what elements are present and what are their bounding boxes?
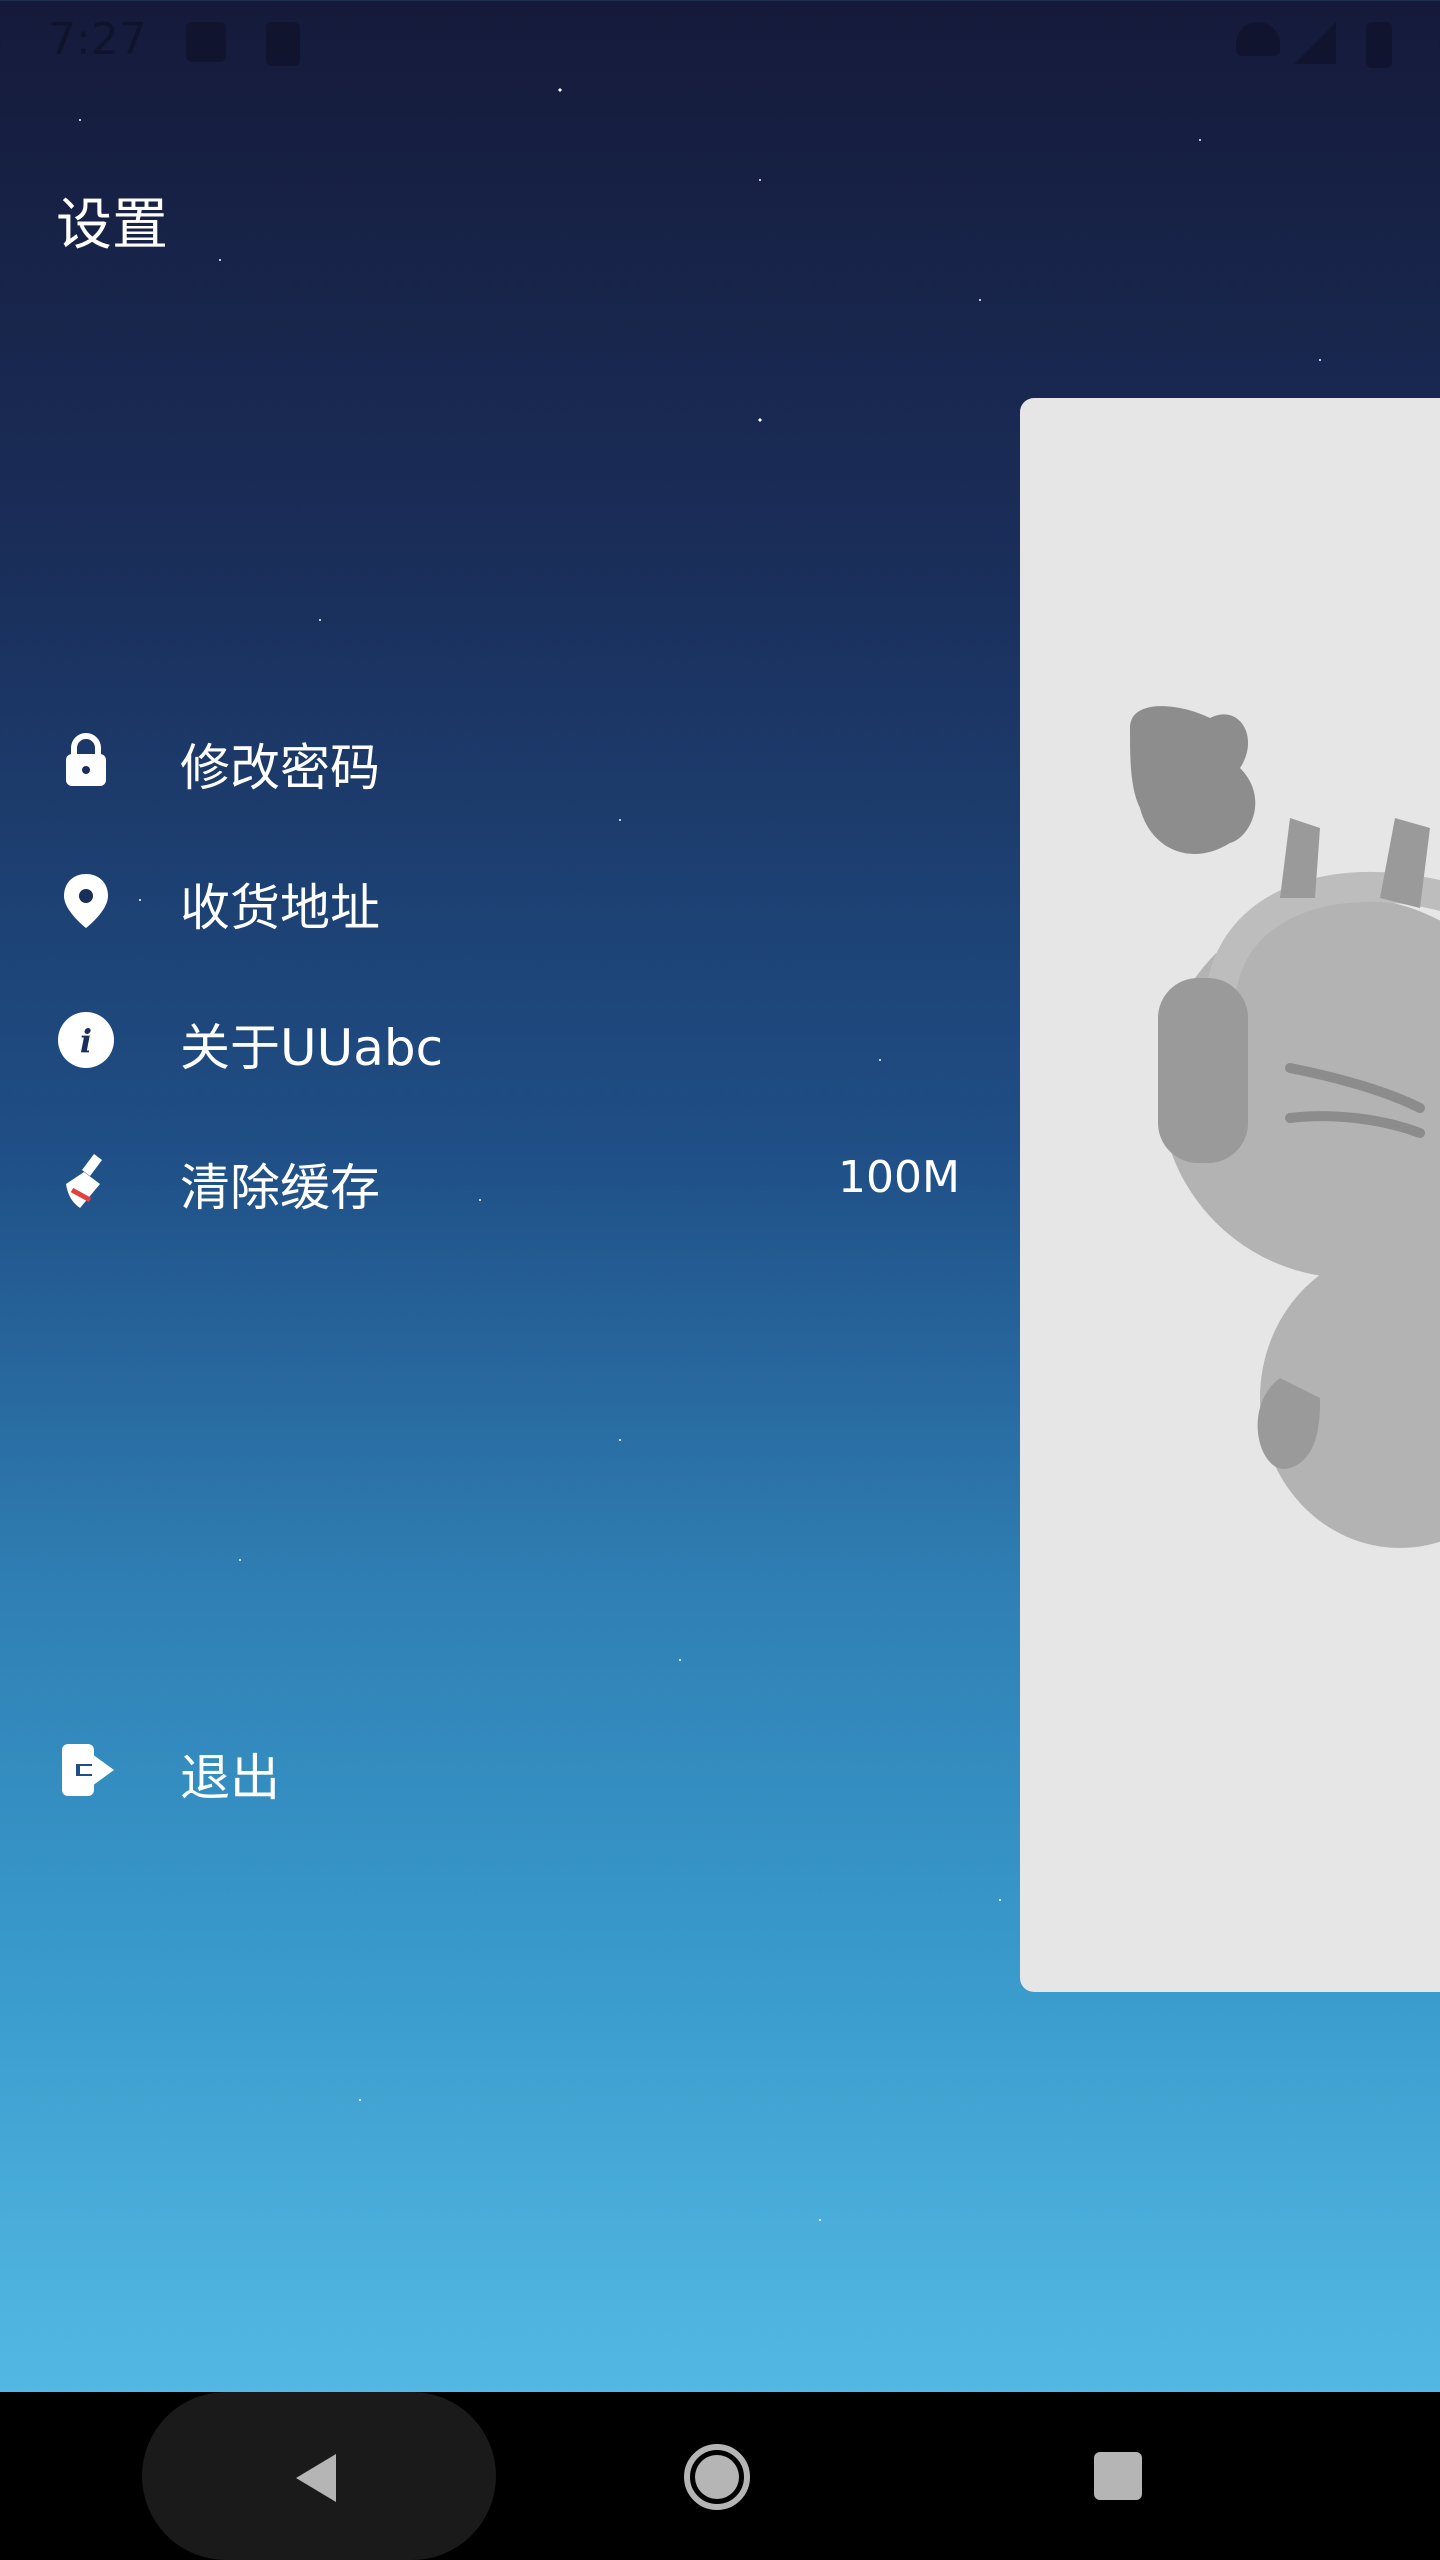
info-icon: i: [58, 1012, 114, 1068]
mascot-illustration: [1130, 706, 1440, 1548]
cache-size: 100M: [838, 1152, 960, 1203]
recent-apps-icon[interactable]: [1090, 2448, 1146, 2504]
menu-item-logout[interactable]: 退出: [0, 1710, 980, 1820]
logout-icon: [62, 1744, 114, 1796]
svg-text:i: i: [80, 1022, 92, 1060]
battery-icon: [1366, 22, 1392, 68]
adobe-icon: [186, 22, 226, 62]
menu-item-label: 关于UUabc: [180, 1019, 444, 1077]
home-icon[interactable]: [684, 2444, 750, 2510]
menu-item-label: 收货地址: [180, 879, 380, 937]
signal-icon: [1294, 22, 1336, 64]
page-title: 设置: [56, 193, 168, 258]
back-icon[interactable]: [286, 2448, 346, 2508]
menu-item-clear-cache[interactable]: 清除缓存 100M: [0, 1120, 980, 1230]
sd-card-icon: [266, 22, 300, 66]
wifi-icon: [1236, 22, 1280, 56]
menu-item-about[interactable]: i 关于UUabc: [0, 980, 980, 1090]
lock-icon: [66, 733, 106, 786]
location-pin-icon: [64, 874, 108, 928]
menu-item-shipping-address[interactable]: 收货地址: [0, 840, 980, 950]
menu-item-label: 退出: [180, 1749, 280, 1807]
menu-item-change-password[interactable]: 修改密码: [0, 700, 980, 810]
menu-item-label: 修改密码: [180, 739, 380, 797]
main-content-preview[interactable]: [1020, 398, 1440, 1992]
broom-icon: [66, 1154, 102, 1208]
status-time: 7:27: [48, 14, 147, 65]
menu-item-label: 清除缓存: [180, 1159, 380, 1217]
status-bar: 7:27: [0, 0, 1440, 84]
